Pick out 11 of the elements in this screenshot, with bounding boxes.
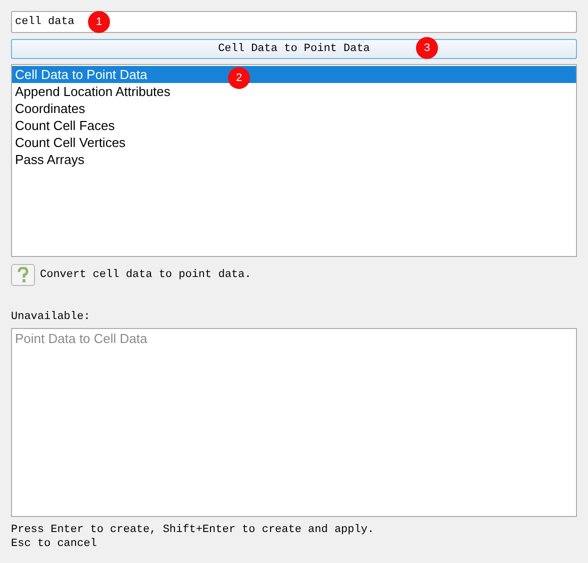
- question-mark-icon: [17, 267, 29, 283]
- hint-text: Esc to cancel: [11, 536, 98, 550]
- list-item[interactable]: Coordinates: [12, 100, 576, 117]
- list-item: Point Data to Cell Data: [14, 330, 148, 346]
- unavailable-label: Unavailable:: [11, 310, 92, 325]
- list-item[interactable]: Pass Arrays: [12, 151, 576, 168]
- list-item[interactable]: Count Cell Vertices: [12, 134, 576, 151]
- list-item[interactable]: Count Cell Faces: [12, 117, 576, 134]
- help-button[interactable]: [11, 264, 35, 286]
- description-text: Convert cell data to point data.: [40, 268, 252, 283]
- hint-text: Press Enter to create, Shift+Enter to create and apply.: [11, 522, 376, 536]
